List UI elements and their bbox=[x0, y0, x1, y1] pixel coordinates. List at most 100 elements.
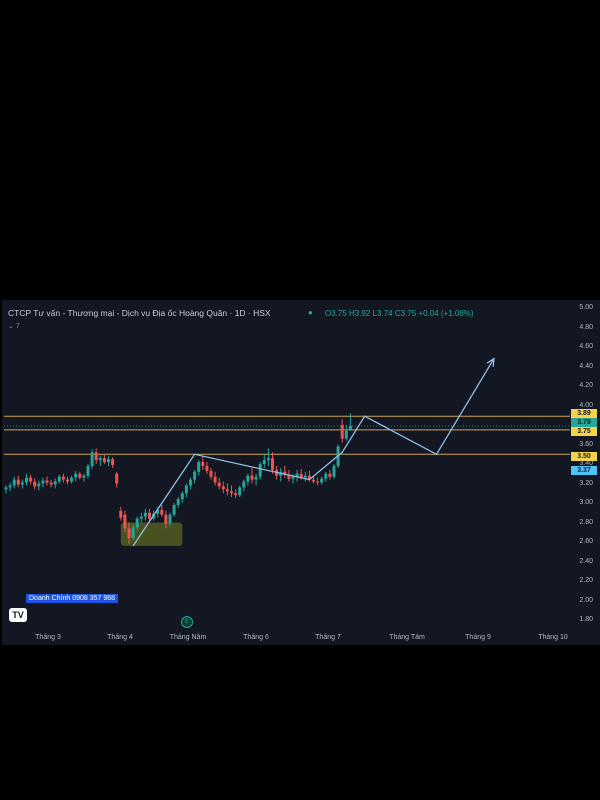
y-tick-10: 3.00 bbox=[579, 499, 593, 506]
projection-line-0 bbox=[132, 358, 495, 547]
candle-body-32 bbox=[135, 518, 139, 528]
x-tick-4: Tháng 7 bbox=[315, 634, 341, 641]
candle-body-13 bbox=[57, 476, 61, 482]
candle-body-46 bbox=[193, 471, 197, 480]
candle-body-75 bbox=[312, 479, 315, 482]
candle-body-39 bbox=[164, 514, 168, 524]
candle-body-14 bbox=[61, 476, 65, 480]
y-tick-13: 2.40 bbox=[579, 557, 593, 565]
candle-body-52 bbox=[217, 482, 221, 487]
candle-body-42 bbox=[176, 499, 180, 505]
y-tick-3: 4.40 bbox=[579, 362, 593, 370]
y-tick-7: 3.60 bbox=[579, 440, 593, 448]
candle-body-62 bbox=[258, 464, 262, 477]
candle-body-34 bbox=[143, 512, 147, 517]
indicator-count: 7 bbox=[15, 323, 20, 330]
candle-body-35 bbox=[148, 512, 151, 519]
candle-body-54 bbox=[225, 489, 229, 492]
price-label-2: 3.75 bbox=[571, 427, 597, 436]
y-tick-15: 2.00 bbox=[579, 596, 593, 604]
candle-body-44 bbox=[184, 485, 188, 494]
candle-body-41 bbox=[172, 504, 176, 515]
candle-body-17 bbox=[74, 473, 78, 478]
candle-body-0 bbox=[4, 487, 8, 490]
candle-body-58 bbox=[242, 481, 246, 488]
candle-body-49 bbox=[205, 465, 209, 471]
candle-body-77 bbox=[320, 478, 324, 483]
y-tick-12: 2.60 bbox=[579, 538, 593, 545]
candle-body-19 bbox=[82, 475, 86, 478]
chevron-down-icon: ⌄ bbox=[8, 323, 14, 330]
candle-body-60 bbox=[250, 475, 254, 480]
y-tick-11: 2.80 bbox=[579, 518, 593, 526]
y-tick-16: 1.80 bbox=[579, 616, 593, 623]
candle-body-30 bbox=[127, 528, 131, 539]
candle-body-18 bbox=[78, 473, 82, 478]
candle-body-10 bbox=[45, 480, 49, 483]
y-tick-0: 5.00 bbox=[579, 304, 593, 311]
candle-body-76 bbox=[316, 481, 320, 483]
candle-body-2 bbox=[12, 479, 16, 486]
candle-body-64 bbox=[266, 458, 270, 461]
contact-badge: Doanh Chính 0908 357 968 bbox=[26, 594, 119, 603]
x-tick-7: Tháng 10 bbox=[538, 634, 568, 641]
x-tick-1: Tháng 4 bbox=[107, 634, 133, 641]
chart-title: CTCP Tư vấn - Thương mại - Dịch vụ Địa ố… bbox=[8, 308, 271, 318]
candle-body-40 bbox=[168, 514, 172, 524]
candle-body-80 bbox=[332, 465, 336, 477]
candle-body-20 bbox=[86, 465, 90, 476]
candle-body-1 bbox=[8, 485, 12, 488]
candle-body-61 bbox=[254, 476, 258, 480]
indicator-toggle[interactable]: ⌄ 7 bbox=[8, 322, 20, 330]
candle-body-63 bbox=[262, 460, 266, 464]
candle-body-25 bbox=[107, 459, 110, 463]
y-tick-2: 4.60 bbox=[579, 343, 593, 350]
candle-body-83 bbox=[344, 430, 348, 439]
candle-body-4 bbox=[20, 482, 24, 485]
price-label-0: 3.89 bbox=[571, 409, 597, 418]
candle-body-65 bbox=[271, 458, 274, 470]
candle-body-51 bbox=[213, 476, 217, 483]
x-tick-6: Tháng 9 bbox=[465, 634, 491, 641]
candle-body-56 bbox=[234, 493, 238, 496]
candle-body-16 bbox=[70, 477, 74, 482]
candle-body-78 bbox=[324, 473, 328, 479]
candle-body-84 bbox=[348, 425, 352, 430]
candle-body-73 bbox=[303, 475, 307, 478]
candle-body-21 bbox=[90, 452, 94, 466]
candle-body-12 bbox=[53, 481, 57, 485]
price-label-3: 3.50 bbox=[571, 452, 597, 461]
y-tick-14: 2.20 bbox=[579, 577, 593, 584]
status-dot-icon: ● bbox=[308, 308, 313, 317]
candle-body-45 bbox=[189, 479, 192, 486]
candlestick-chart bbox=[4, 357, 570, 547]
candle-body-57 bbox=[238, 487, 242, 496]
candle-body-15 bbox=[66, 479, 69, 482]
x-tick-5: Tháng Tám bbox=[389, 634, 425, 641]
candle-body-3 bbox=[16, 479, 20, 485]
candle-body-22 bbox=[94, 452, 98, 461]
x-tick-3: Tháng 6 bbox=[243, 634, 269, 641]
candle-body-48 bbox=[201, 462, 205, 466]
candle-body-23 bbox=[98, 458, 102, 461]
candle-body-59 bbox=[246, 475, 250, 482]
candle-body-47 bbox=[197, 462, 201, 472]
y-tick-9: 3.20 bbox=[579, 479, 593, 487]
candle-body-33 bbox=[139, 516, 143, 519]
candle-body-50 bbox=[209, 470, 213, 477]
candle-body-31 bbox=[131, 527, 135, 539]
earnings-marker-icon[interactable]: E bbox=[181, 616, 193, 628]
candle-body-26 bbox=[111, 459, 115, 465]
candle-body-53 bbox=[221, 486, 225, 490]
candle-body-70 bbox=[291, 476, 295, 479]
candle-body-79 bbox=[328, 473, 332, 477]
candle-body-8 bbox=[37, 483, 41, 487]
candle-body-24 bbox=[102, 458, 106, 463]
x-tick-2: Tháng Năm bbox=[169, 634, 207, 641]
candle-body-82 bbox=[340, 425, 344, 439]
candle-body-11 bbox=[49, 482, 53, 485]
candle-body-7 bbox=[33, 481, 37, 487]
y-tick-5: 4.00 bbox=[579, 401, 593, 409]
price-label-1: 3.79 bbox=[571, 418, 597, 427]
candle-body-6 bbox=[29, 477, 33, 482]
